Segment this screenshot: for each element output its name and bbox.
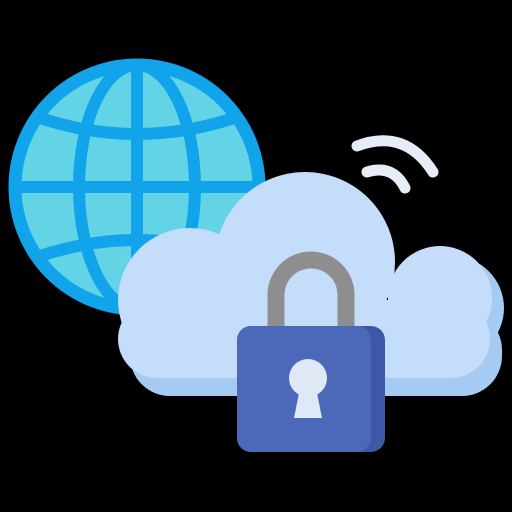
cloud-security-illustration [8,58,504,452]
wifi-icon [351,135,439,194]
